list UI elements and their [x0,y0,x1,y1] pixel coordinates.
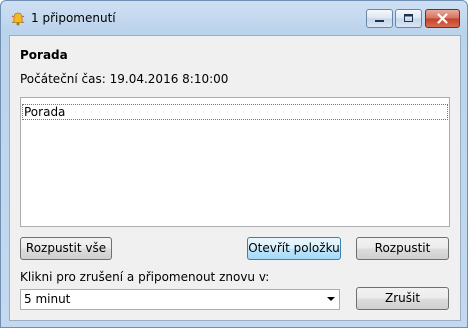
dismiss-button[interactable]: Rozpustit [356,237,449,260]
bell-icon [11,12,25,26]
minimize-button[interactable] [366,9,393,28]
reminder-window: 1 připomenutí Porada Počáteční čas: 19.0… [0,0,468,328]
window-title: 1 připomenutí [31,11,116,25]
minimize-icon [375,20,384,22]
start-time-row: Počáteční čas: 19.04.2016 8:10:00 [20,72,228,86]
maximize-button[interactable] [395,9,422,28]
close-icon [437,13,448,24]
start-time-value: 19.04.2016 8:10:00 [109,72,229,86]
snooze-interval-select[interactable]: 5 minut [20,289,340,310]
maximize-icon [404,14,413,22]
dialog-client: Porada Počáteční čas: 19.04.2016 8:10:00… [9,35,461,321]
start-time-label: Počáteční čas: [20,72,106,86]
snooze-interval-value: 5 minut [24,292,71,306]
title-bar[interactable]: 1 připomenutí [1,1,467,35]
close-button[interactable] [425,9,460,28]
snooze-button[interactable]: Zrušit [356,287,449,310]
reminder-list[interactable]: Porada [20,97,450,227]
list-item[interactable]: Porada [22,104,448,120]
chevron-down-icon[interactable] [327,297,335,301]
snooze-label: Klikni pro zrušení a připomenout znovu v… [20,270,270,284]
open-item-button[interactable]: Otevřít položku [247,237,341,260]
reminder-subject: Porada [20,48,68,62]
dismiss-all-button[interactable]: Rozpustit vše [20,237,112,260]
